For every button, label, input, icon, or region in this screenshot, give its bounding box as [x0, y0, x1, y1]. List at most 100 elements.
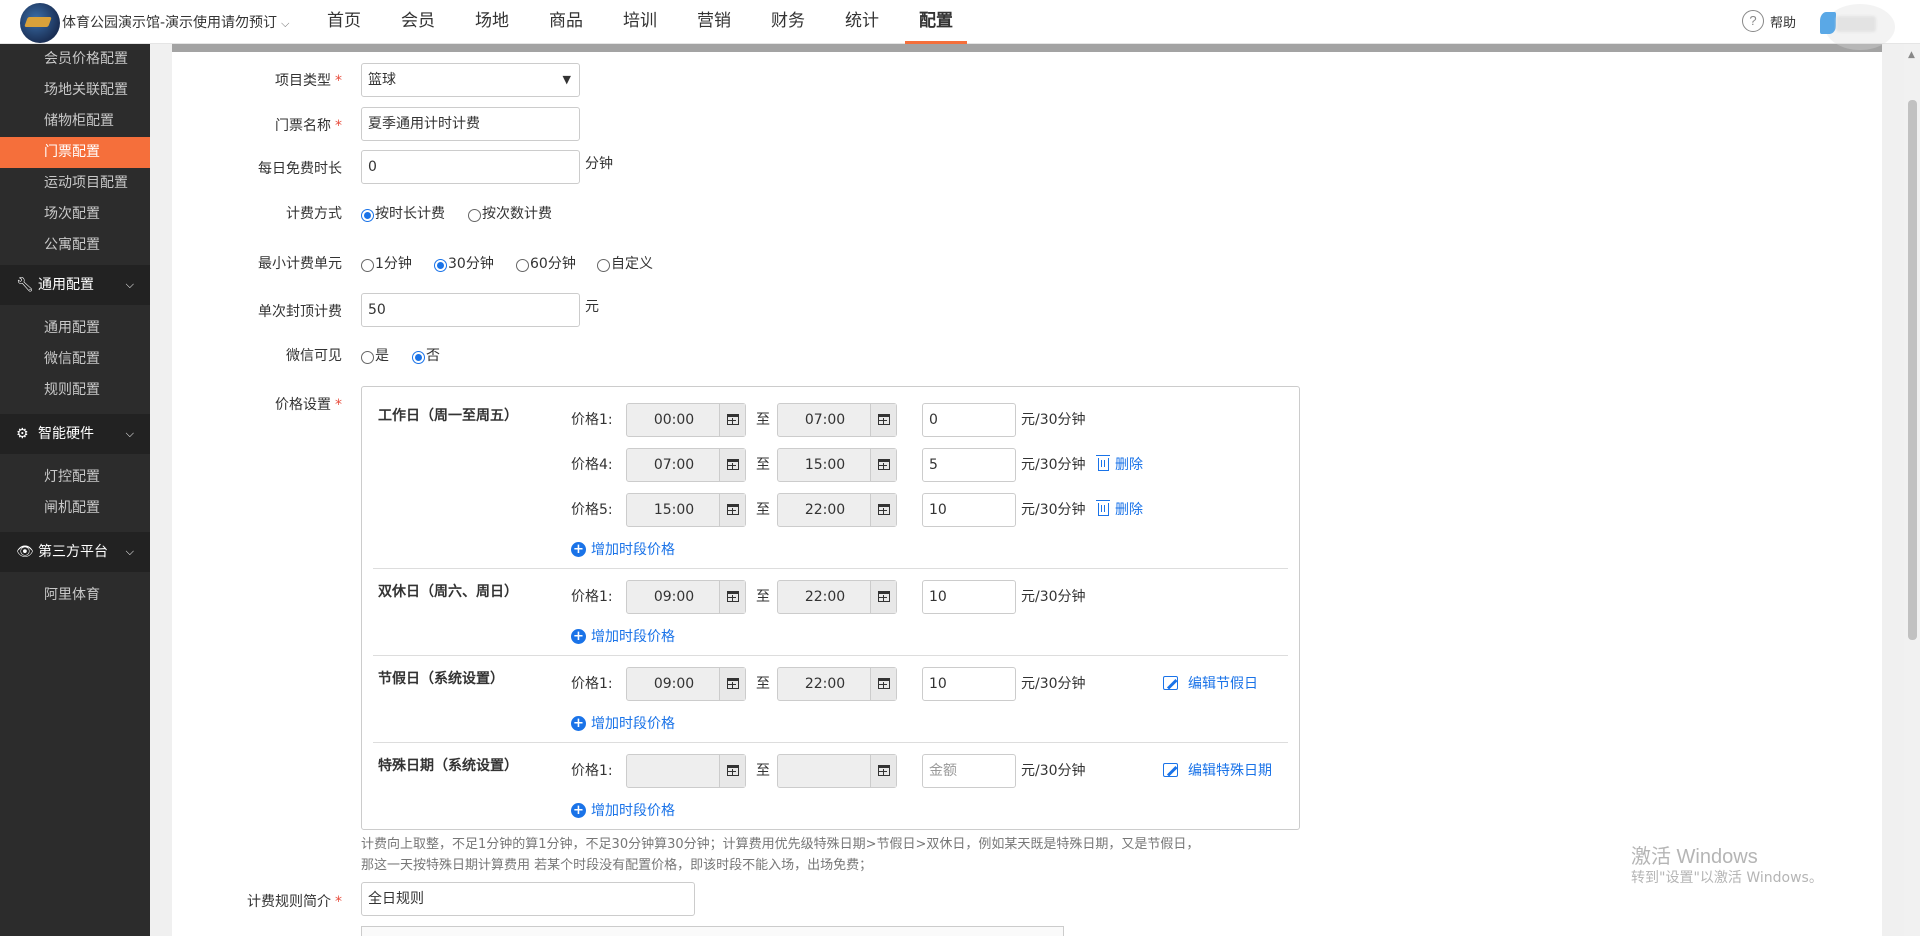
scroll-up-icon[interactable]: ▲ — [1908, 50, 1915, 60]
nav-venue[interactable]: 场地 — [461, 0, 523, 44]
start-time-picker[interactable]: 07:00 — [626, 448, 746, 482]
add-weekend-price-button[interactable]: + 增加时段价格 — [571, 626, 675, 646]
sidebar-item-member-price[interactable]: 会员价格配置 — [0, 44, 150, 75]
nav-goods[interactable]: 商品 — [535, 0, 597, 44]
amount-input[interactable]: 金额 — [922, 754, 1016, 788]
nav-member[interactable]: 会员 — [387, 0, 449, 44]
calendar-icon[interactable] — [870, 581, 896, 613]
sidebar-item-sport[interactable]: 运动项目配置 — [0, 168, 150, 199]
end-time-picker[interactable] — [777, 754, 897, 788]
sidebar-item-ali[interactable]: 阿里体育 — [0, 580, 150, 611]
nav-config[interactable]: 配置 — [905, 0, 967, 44]
start-time-picker[interactable]: 00:00 — [626, 403, 746, 437]
end-time-picker[interactable]: 15:00 — [777, 448, 897, 482]
calendar-icon[interactable] — [870, 449, 896, 481]
calendar-icon[interactable] — [719, 494, 745, 526]
add-special-price-button[interactable]: + 增加时段价格 — [571, 800, 675, 820]
end-time-picker[interactable]: 22:00 — [777, 580, 897, 614]
radio-by-count[interactable]: 按次数计费 — [468, 203, 552, 223]
weekday-title: 工作日（周一至周五） — [378, 408, 518, 424]
plus-circle-icon: + — [571, 802, 586, 818]
calendar-icon[interactable] — [719, 668, 745, 700]
amount-input[interactable]: 0 — [922, 403, 1016, 437]
end-time-picker[interactable]: 22:00 — [777, 667, 897, 701]
add-weekday-price-button[interactable]: + 增加时段价格 — [571, 539, 675, 559]
sidebar-item-rules[interactable]: 规则配置 — [0, 375, 150, 406]
calendar-icon[interactable] — [719, 404, 745, 436]
nav-home[interactable]: 首页 — [313, 0, 375, 44]
price-unit: 元/30分钟 — [1021, 457, 1086, 473]
billing-hint-line2: 那这一天按特殊日期计算费用 若某个时段没有配置价格，即该时段不能入场，出场免费； — [361, 858, 873, 873]
amount-input[interactable]: 10 — [922, 493, 1016, 527]
venue-logo[interactable] — [20, 3, 60, 43]
radio-by-duration[interactable]: 按时长计费 — [361, 203, 445, 223]
sidebar-item-wechat[interactable]: 微信配置 — [0, 344, 150, 375]
radio-unit-custom[interactable]: 自定义 — [597, 253, 653, 273]
radio-wechat-no[interactable]: 否 — [412, 345, 440, 365]
rule-detail-textarea[interactable] — [361, 926, 1064, 936]
calendar-icon[interactable] — [870, 494, 896, 526]
start-time-picker[interactable]: 15:00 — [626, 493, 746, 527]
nav-finance[interactable]: 财务 — [757, 0, 819, 44]
project-type-select[interactable]: 篮球 ▼ — [361, 63, 580, 97]
calendar-icon[interactable] — [870, 668, 896, 700]
main-nav: 首页 会员 场地 商品 培训 营销 财务 统计 配置 — [313, 0, 979, 44]
nav-stats[interactable]: 统计 — [831, 0, 893, 44]
venue-selector[interactable]: 体育公园演示馆-演示使用请勿预订 ⌵ — [62, 12, 289, 32]
amount-input[interactable]: 5 — [922, 448, 1016, 482]
calendar-icon[interactable] — [719, 755, 745, 787]
radio-unit-60min[interactable]: 60分钟 — [516, 253, 576, 273]
section-divider — [373, 655, 1288, 656]
wrench-icon: 🔧︎ — [16, 277, 34, 293]
sidebar-group-hardware[interactable]: ⚙ 智能硬件 ⌵ — [0, 414, 150, 454]
sidebar-item-ticket[interactable]: 门票配置 — [0, 137, 150, 168]
nav-training[interactable]: 培训 — [609, 0, 671, 44]
sidebar-item-general[interactable]: 通用配置 — [0, 313, 150, 344]
rule-intro-input[interactable]: 全日规则 — [361, 882, 695, 916]
sidebar-group-title: 智能硬件 — [38, 426, 94, 442]
delete-price-button[interactable]: 删除 — [1096, 499, 1143, 519]
end-time-picker[interactable]: 07:00 — [777, 403, 897, 437]
cap-input[interactable]: 50 — [361, 293, 580, 327]
radio-wechat-yes[interactable]: 是 — [361, 345, 389, 365]
start-time-picker[interactable]: 09:00 — [626, 580, 746, 614]
calendar-icon[interactable] — [870, 755, 896, 787]
sidebar-item-locker[interactable]: 储物柜配置 — [0, 106, 150, 137]
help-link[interactable]: ? 帮助 — [1742, 10, 1796, 32]
start-time-picker[interactable]: 09:00 — [626, 667, 746, 701]
amount-input[interactable]: 10 — [922, 667, 1016, 701]
nav-marketing[interactable]: 营销 — [683, 0, 745, 44]
calendar-icon[interactable] — [870, 404, 896, 436]
sidebar-item-gate[interactable]: 闸机配置 — [0, 493, 150, 524]
sidebar-item-apartment[interactable]: 公寓配置 — [0, 230, 150, 261]
scroll-thumb[interactable] — [1908, 100, 1917, 640]
trash-icon — [1096, 499, 1110, 516]
page-scrollbar[interactable]: ▲ — [1904, 44, 1920, 936]
price-settings-box: 工作日（周一至周五） 价格1: 00:00 至 07:00 0 元/30分钟 价… — [361, 386, 1300, 830]
delete-price-button[interactable]: 删除 — [1096, 454, 1143, 474]
sidebar-item-session[interactable]: 场次配置 — [0, 199, 150, 230]
min-unit-label: 最小计费单元 — [258, 256, 342, 272]
end-time-picker[interactable]: 22:00 — [777, 493, 897, 527]
windows-activation-title: 激活 Windows — [1631, 846, 1758, 868]
radio-unit-1min[interactable]: 1分钟 — [361, 253, 412, 273]
trash-icon — [1096, 454, 1110, 471]
sidebar-group-general[interactable]: 🔧︎ 通用配置 ⌵ — [0, 265, 150, 305]
edit-special-date-button[interactable]: 编辑特殊日期 — [1163, 760, 1272, 780]
free-duration-input[interactable]: 0 — [361, 150, 580, 184]
ticket-name-input[interactable]: 夏季通用计时计费 — [361, 107, 580, 141]
sidebar-item-light[interactable]: 灯控配置 — [0, 462, 150, 493]
start-time-picker[interactable] — [626, 754, 746, 788]
calendar-icon[interactable] — [719, 581, 745, 613]
sidebar-item-venue-link[interactable]: 场地关联配置 — [0, 75, 150, 106]
edit-holiday-button[interactable]: 编辑节假日 — [1163, 673, 1258, 693]
user-avatar[interactable] — [1820, 4, 1895, 50]
sidebar-group-thirdparty[interactable]: 👁︎ 第三方平台 ⌵ — [0, 532, 150, 572]
calendar-icon[interactable] — [719, 449, 745, 481]
amount-input[interactable]: 10 — [922, 580, 1016, 614]
radio-unit-30min[interactable]: 30分钟 — [434, 253, 494, 273]
edit-icon — [1163, 676, 1178, 690]
range-separator: 至 — [756, 676, 770, 692]
add-holiday-price-button[interactable]: + 增加时段价格 — [571, 713, 675, 733]
cap-unit: 元 — [585, 299, 599, 315]
